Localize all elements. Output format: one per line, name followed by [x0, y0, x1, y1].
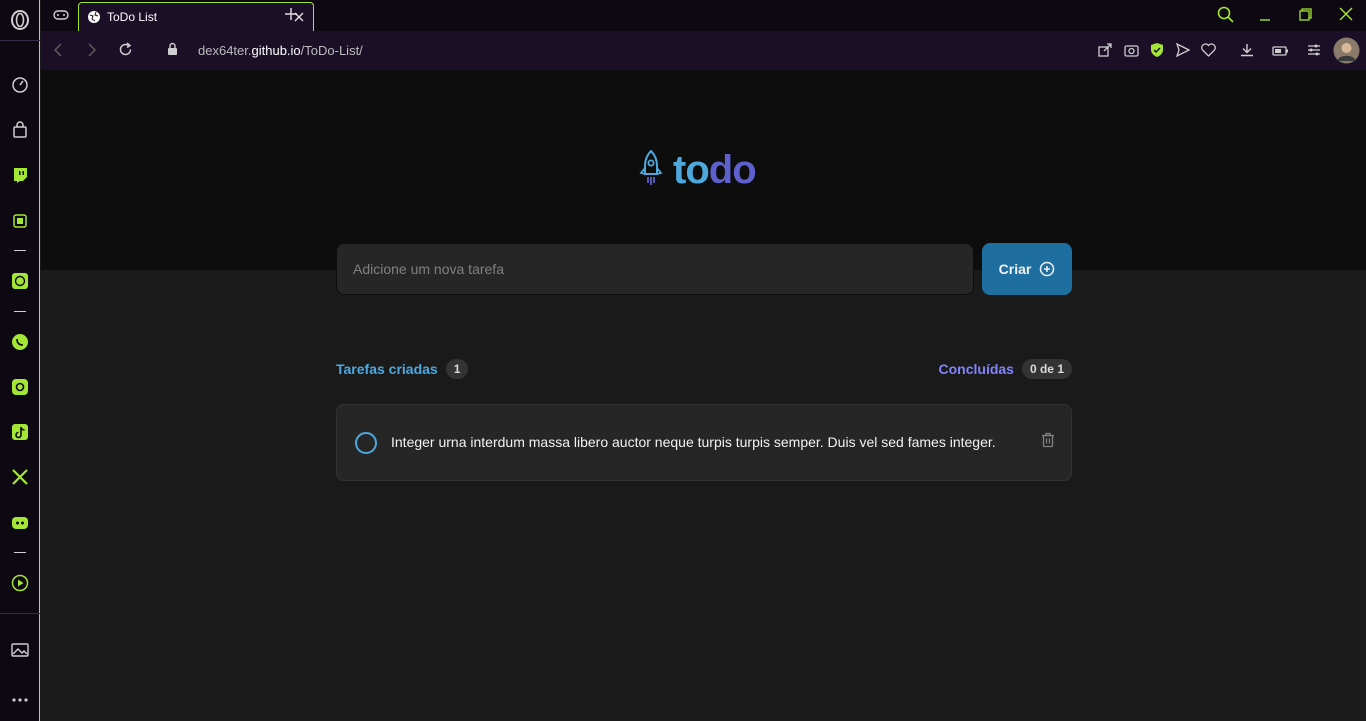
close-window-icon[interactable]	[1339, 7, 1353, 26]
search-tabs-icon[interactable]	[1217, 6, 1234, 28]
create-button-label: Criar	[998, 261, 1032, 277]
browser-sidebar	[0, 0, 40, 721]
todo-app-page: todo Criar Tarefas criadas 1 Concluídas …	[41, 70, 1366, 721]
whatsapp-icon[interactable]	[10, 332, 30, 352]
heart-icon[interactable]	[1201, 43, 1216, 62]
player-icon[interactable]	[10, 573, 30, 593]
speed-dial-icon[interactable]	[10, 75, 30, 95]
restore-icon[interactable]	[1299, 8, 1312, 26]
trash-icon[interactable]	[1041, 432, 1055, 453]
easy-setup-icon[interactable]	[1307, 43, 1321, 62]
forward-icon[interactable]	[87, 43, 97, 62]
logo-do: do	[708, 148, 757, 192]
create-task-button[interactable]: Criar	[982, 243, 1072, 295]
done-count-badge: 0 de 1	[1021, 359, 1072, 379]
task-text: Integer urna interdum massa libero aucto…	[391, 434, 996, 450]
more-icon[interactable]	[10, 690, 30, 710]
opera-logo-icon[interactable]	[10, 10, 30, 30]
url-host-main: github.io	[251, 43, 301, 58]
x-icon[interactable]	[10, 467, 30, 487]
plus-circle-icon	[1039, 261, 1055, 277]
shield-icon[interactable]	[1150, 42, 1164, 63]
url-path: /ToDo-List/	[300, 43, 363, 58]
logo-to: to	[673, 148, 710, 192]
new-tab-icon[interactable]	[284, 7, 298, 26]
tiktok-icon[interactable]	[10, 422, 30, 442]
gx-control-icon[interactable]	[53, 8, 69, 27]
logo-text: todo	[673, 148, 757, 193]
battery-icon[interactable]	[1272, 44, 1289, 62]
share-icon[interactable]	[1098, 43, 1112, 62]
created-count-badge: 1	[445, 359, 469, 379]
task-checkbox[interactable]	[355, 431, 377, 454]
tab-bar: ToDo List	[41, 0, 1366, 31]
url-host-prefix: dex64ter.	[198, 43, 252, 58]
camera-icon[interactable]	[1124, 43, 1139, 62]
reload-icon[interactable]	[118, 42, 133, 62]
tab-title: ToDo List	[107, 10, 158, 24]
app-logo: todo	[639, 148, 757, 193]
shopping-icon[interactable]	[10, 120, 30, 140]
url-text[interactable]: dex64ter.github.io/ToDo-List/	[198, 43, 363, 58]
new-task-input[interactable]	[336, 243, 974, 295]
done-counter: Concluídas 0 de 1	[938, 359, 1072, 379]
download-icon[interactable]	[1240, 43, 1254, 62]
rocket-icon	[639, 149, 663, 191]
address-bar-row: dex64ter.github.io/ToDo-List/	[41, 31, 1366, 70]
gallery-icon[interactable]	[10, 640, 30, 660]
profile-avatar[interactable]	[1333, 37, 1360, 69]
aria-icon[interactable]	[10, 211, 30, 231]
instagram-icon[interactable]	[10, 377, 30, 397]
created-label: Tarefas criadas	[336, 361, 438, 377]
globe-icon	[87, 10, 101, 24]
discord-icon[interactable]	[10, 513, 30, 533]
task-item: Integer urna interdum massa libero aucto…	[336, 404, 1072, 481]
lock-icon[interactable]	[167, 42, 178, 61]
done-label: Concluídas	[938, 361, 1014, 377]
tab-todo-list[interactable]: ToDo List	[78, 2, 314, 31]
created-counter: Tarefas criadas 1	[336, 359, 469, 379]
task-counters: Tarefas criadas 1 Concluídas 0 de 1	[336, 359, 1072, 379]
twitch-icon[interactable]	[10, 165, 30, 185]
send-icon[interactable]	[1175, 42, 1191, 62]
chatgpt-icon[interactable]	[10, 271, 30, 291]
minimize-icon[interactable]	[1259, 8, 1271, 26]
back-icon[interactable]	[53, 43, 63, 62]
